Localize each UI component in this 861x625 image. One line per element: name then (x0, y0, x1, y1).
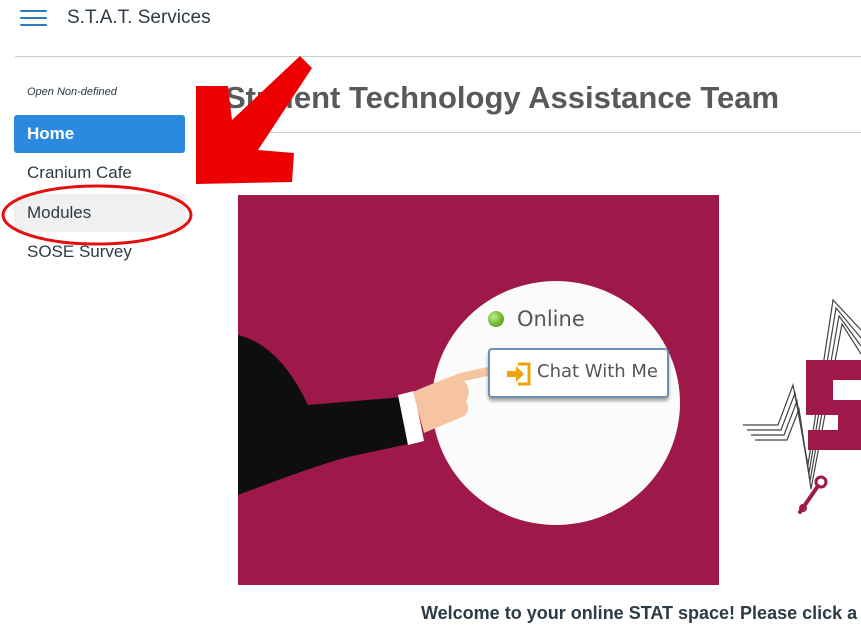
top-bar: S.T.A.T. Services (0, 0, 861, 56)
hamburger-icon[interactable] (19, 7, 49, 29)
header-divider (15, 56, 861, 57)
enter-icon (507, 362, 531, 386)
title-divider (225, 132, 861, 133)
status-label: Online (517, 307, 585, 331)
nav-title: Open Non-defined (27, 86, 117, 98)
breadcrumb-course[interactable]: S.T.A.T. Services (67, 7, 211, 29)
status-dot-icon (488, 311, 504, 327)
stat-logo (743, 298, 861, 514)
page-title: Student Technology Assistance Team (225, 80, 780, 115)
nav-item-modules[interactable]: Modules (14, 194, 185, 232)
chat-button-label: Chat With Me (537, 361, 658, 382)
nav-item-sose-survey[interactable]: SOSE Survey (14, 233, 185, 271)
welcome-text: Welcome to your online STAT space! Pleas… (421, 603, 858, 623)
nav-item-cranium-cafe[interactable]: Cranium Cafe (14, 154, 185, 192)
red-arrow-annotation (196, 56, 312, 184)
chat-with-me-button: Chat With Me (488, 348, 669, 398)
nav-item-home[interactable]: Home (14, 115, 185, 153)
wrench-icon (798, 475, 828, 514)
chat-banner-image: Online Chat With Me (238, 195, 719, 585)
